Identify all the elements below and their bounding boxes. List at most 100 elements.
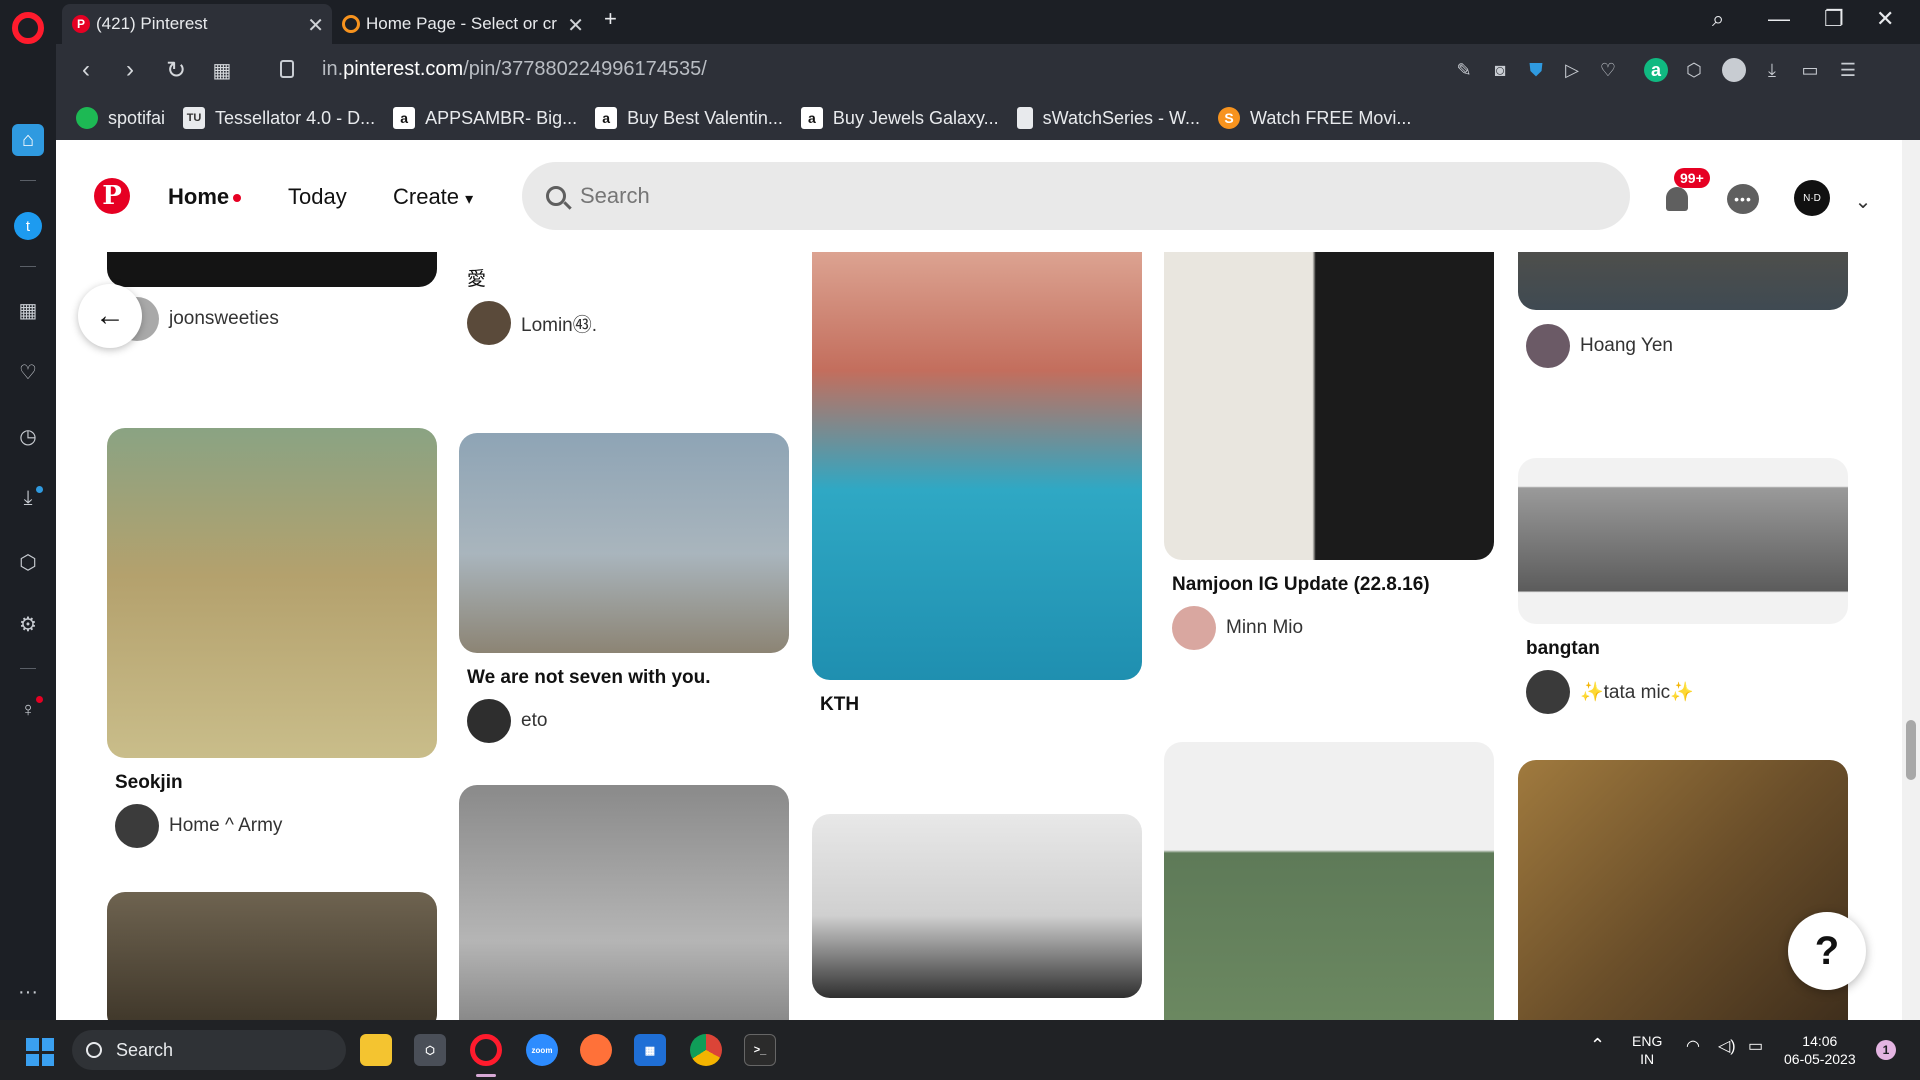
- scrollbar-thumb[interactable]: [1906, 720, 1916, 780]
- volume-icon[interactable]: ◁): [1718, 1038, 1736, 1056]
- tab-home-page[interactable]: Home Page - Select or cr ✕: [332, 4, 592, 44]
- share-icon[interactable]: ✎: [1452, 58, 1476, 82]
- pin-author[interactable]: Lomin㊸.: [467, 301, 789, 345]
- minimize-icon[interactable]: —: [1768, 6, 1790, 32]
- camera-icon[interactable]: ◙: [1488, 58, 1512, 82]
- pin-card[interactable]: bangtan ✨tata mic✨: [1518, 458, 1848, 714]
- box-icon[interactable]: ⬡: [12, 546, 44, 578]
- pin-card[interactable]: [459, 785, 789, 1020]
- back-arrow-button[interactable]: ←: [78, 284, 142, 348]
- pin-card[interactable]: We are not seven with you. eto: [459, 433, 789, 743]
- help-button[interactable]: ?: [1788, 912, 1866, 990]
- pin-image[interactable]: [107, 892, 437, 1020]
- language-indicator[interactable]: ENG IN: [1632, 1032, 1662, 1068]
- bookmark-jewels[interactable]: a Buy Jewels Galaxy...: [800, 107, 999, 129]
- new-tab-icon[interactable]: +: [604, 6, 617, 32]
- nav-today[interactable]: Today: [288, 184, 347, 210]
- forward-icon[interactable]: ›: [116, 56, 144, 84]
- url-field[interactable]: in.pinterest.com/pin/377880224996174535/: [322, 58, 707, 81]
- bookmark-swatchseries[interactable]: sWatchSeries - W...: [1016, 107, 1200, 129]
- app-hexagon-icon[interactable]: ⬡: [414, 1034, 446, 1066]
- search-tabs-icon[interactable]: ⌕: [1712, 6, 1724, 32]
- pin-card[interactable]: [812, 814, 1142, 998]
- pin-image[interactable]: [812, 814, 1142, 998]
- pinterest-logo-icon[interactable]: P: [94, 178, 130, 214]
- terminal-icon[interactable]: >_: [744, 1034, 776, 1066]
- profile-avatar[interactable]: N·D: [1794, 180, 1830, 216]
- search-bar[interactable]: [522, 162, 1630, 230]
- nav-home[interactable]: Home: [168, 184, 242, 210]
- pin-image[interactable]: [812, 204, 1142, 680]
- back-icon[interactable]: ‹: [72, 56, 100, 84]
- page-scrollbar[interactable]: [1902, 140, 1920, 1020]
- bookmark-spotifai[interactable]: spotifai: [76, 107, 165, 129]
- pin-card[interactable]: Seokjin Home ^ Army: [107, 428, 437, 848]
- pin-card[interactable]: [107, 892, 437, 1020]
- pin-author[interactable]: Minn Mio: [1172, 606, 1494, 650]
- opera-logo-icon[interactable]: [12, 12, 44, 44]
- tabs-grid-icon[interactable]: ▦: [208, 56, 236, 84]
- speed-dial-icon[interactable]: ▦: [12, 294, 44, 326]
- close-tab-icon[interactable]: ✕: [567, 13, 584, 38]
- microsoft-store-icon[interactable]: ▦: [634, 1034, 666, 1066]
- more-icon[interactable]: ···: [12, 976, 44, 1008]
- battery-tray-icon[interactable]: ▭: [1748, 1038, 1763, 1056]
- firefox-icon[interactable]: [580, 1034, 612, 1066]
- tab-label: Home Page - Select or cr: [366, 14, 557, 33]
- file-explorer-icon[interactable]: [360, 1034, 392, 1066]
- wifi-icon[interactable]: ◠: [1686, 1038, 1700, 1056]
- pin-card[interactable]: KTH: [812, 204, 1142, 716]
- pin-image[interactable]: [107, 428, 437, 758]
- pin-image[interactable]: [1518, 458, 1848, 624]
- bookmark-tessellator[interactable]: TU Tessellator 4.0 - D...: [183, 107, 375, 129]
- reload-icon[interactable]: ↻: [162, 56, 190, 84]
- history-icon[interactable]: ◷: [12, 420, 44, 452]
- pin-image[interactable]: [459, 433, 789, 653]
- profile-icon[interactable]: [1722, 58, 1746, 82]
- cube-icon[interactable]: ⬡: [1682, 58, 1706, 82]
- pin-image[interactable]: [1518, 760, 1848, 1020]
- pin-card[interactable]: Namjoon IG Update (22.8.16) Minn Mio: [1164, 204, 1494, 650]
- pin-author[interactable]: Hoang Yen: [1526, 324, 1848, 368]
- bookmark-appsambr[interactable]: a APPSAMBR- Big...: [393, 107, 577, 129]
- notification-count-badge[interactable]: 1: [1876, 1040, 1896, 1060]
- tab-pinterest[interactable]: P (421) Pinterest ✕: [62, 4, 332, 44]
- pin-author[interactable]: joonsweeties: [115, 297, 437, 341]
- zoom-icon[interactable]: zoom: [526, 1034, 558, 1066]
- pin-image[interactable]: [1164, 204, 1494, 560]
- bookmark-valentine[interactable]: a Buy Best Valentin...: [595, 107, 783, 129]
- chrome-icon[interactable]: [690, 1034, 722, 1066]
- home-icon[interactable]: ⌂: [12, 124, 44, 156]
- pin-author[interactable]: ✨tata mic✨: [1526, 670, 1848, 714]
- search-input[interactable]: [580, 183, 1480, 209]
- battery-icon[interactable]: ▭: [1798, 58, 1822, 82]
- twitter-icon[interactable]: t: [14, 212, 42, 240]
- windows-start-icon[interactable]: [26, 1038, 54, 1066]
- messages-icon[interactable]: •••: [1726, 182, 1760, 216]
- close-window-icon[interactable]: ✕: [1876, 6, 1894, 32]
- bookmark-watch-free[interactable]: S Watch FREE Movi...: [1218, 107, 1411, 129]
- shield-icon[interactable]: ⛊: [1524, 58, 1548, 82]
- pin-author[interactable]: eto: [467, 699, 789, 743]
- taskbar-search[interactable]: Search: [72, 1030, 346, 1070]
- close-tab-icon[interactable]: ✕: [307, 13, 324, 38]
- pin-card[interactable]: [1518, 760, 1848, 1020]
- restore-icon[interactable]: ❐: [1824, 6, 1844, 32]
- account-chevron-icon[interactable]: ⌄: [1846, 184, 1880, 218]
- tray-expand-icon[interactable]: ⌃: [1590, 1036, 1605, 1054]
- clock[interactable]: 14:06 06-05-2023: [1784, 1032, 1856, 1068]
- pin-author[interactable]: Home ^ Army: [115, 804, 437, 848]
- settings-icon[interactable]: ⚙: [12, 608, 44, 640]
- easy-setup-icon[interactable]: ☰: [1836, 58, 1860, 82]
- lock-icon[interactable]: [280, 60, 294, 78]
- download-icon[interactable]: ⤓: [1760, 58, 1784, 82]
- pin-image[interactable]: [1164, 742, 1494, 1020]
- opera-icon[interactable]: [470, 1034, 502, 1066]
- pin-card[interactable]: [1164, 742, 1494, 1020]
- heart-outline-icon[interactable]: ♡: [1596, 58, 1620, 82]
- nav-create[interactable]: Create ▾: [393, 184, 473, 210]
- extension-a-icon[interactable]: a: [1644, 58, 1668, 82]
- heart-icon[interactable]: ♡: [12, 356, 44, 388]
- send-icon[interactable]: ▷: [1560, 58, 1584, 82]
- pin-image[interactable]: [459, 785, 789, 1020]
